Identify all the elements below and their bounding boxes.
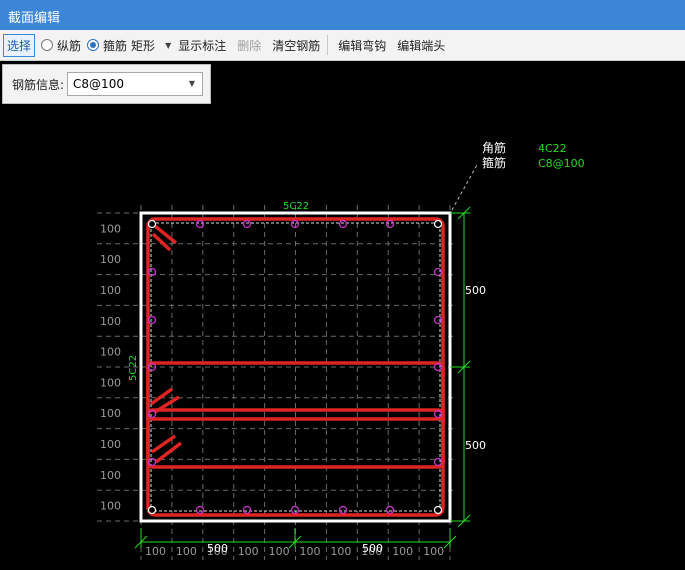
stirrup-legend-label: 箍筋 <box>482 155 506 170</box>
stirrup-legend-value[interactable]: C8@100 <box>538 157 585 170</box>
rebar-bottom[interactable] <box>242 505 252 515</box>
grid-label: 100 <box>100 346 121 359</box>
grid-label: 100 <box>100 469 121 482</box>
rebar-bottom[interactable] <box>195 505 205 515</box>
corner-rebar-legend-label: 角筋 <box>482 140 506 155</box>
dim-bottom-right: 500 <box>362 542 383 555</box>
grid-label: 100 <box>300 545 321 558</box>
grid-label: 100 <box>176 545 197 558</box>
grid-label: 100 <box>269 545 290 558</box>
top-rebar-label[interactable]: 5C22 <box>283 201 309 212</box>
grid-label: 100 <box>392 545 413 558</box>
rebar-top[interactable] <box>242 219 252 229</box>
grid-label: 100 <box>100 376 121 389</box>
leader-line <box>451 162 479 211</box>
grid-label: 100 <box>100 500 121 513</box>
rebar-info-dropdown[interactable]: C8@100 ▼ <box>67 72 204 96</box>
rebar-bottom[interactable] <box>385 505 395 515</box>
dim-right-upper: 500 <box>465 284 486 297</box>
dim-bottom-left: 500 <box>207 542 228 555</box>
rebar-corner[interactable] <box>147 505 157 515</box>
chevron-down-icon: ▼ <box>188 79 196 88</box>
rebar-bottom[interactable] <box>338 505 348 515</box>
rebar-corner[interactable] <box>433 219 443 229</box>
grid-label: 100 <box>100 315 121 328</box>
right-dimension <box>450 206 471 528</box>
rebar-top[interactable] <box>385 219 395 229</box>
grid-label: 100 <box>100 438 121 451</box>
rebar-info-panel: 钢筋信息: C8@100 ▼ <box>2 64 211 104</box>
dim-right-lower: 500 <box>465 439 486 452</box>
grid-label: 100 <box>145 545 166 558</box>
grid-label: 100 <box>100 253 121 266</box>
rebar-top[interactable] <box>338 219 348 229</box>
grid-label: 100 <box>423 545 444 558</box>
grid-label: 100 <box>100 284 121 297</box>
side-rebar-label[interactable]: 5C22 <box>128 355 139 381</box>
rebar-info-label: 钢筋信息: <box>12 77 65 92</box>
rebar-corner[interactable] <box>147 219 157 229</box>
rebar-info-value: C8@100 <box>73 77 124 91</box>
grid-label: 100 <box>238 545 259 558</box>
rebar-corner[interactable] <box>433 505 443 515</box>
corner-rebar-legend-value[interactable]: 4C22 <box>538 142 567 155</box>
grid-label: 100 <box>330 545 351 558</box>
grid-label: 100 <box>100 407 121 420</box>
grid-label: 100 <box>100 222 121 235</box>
